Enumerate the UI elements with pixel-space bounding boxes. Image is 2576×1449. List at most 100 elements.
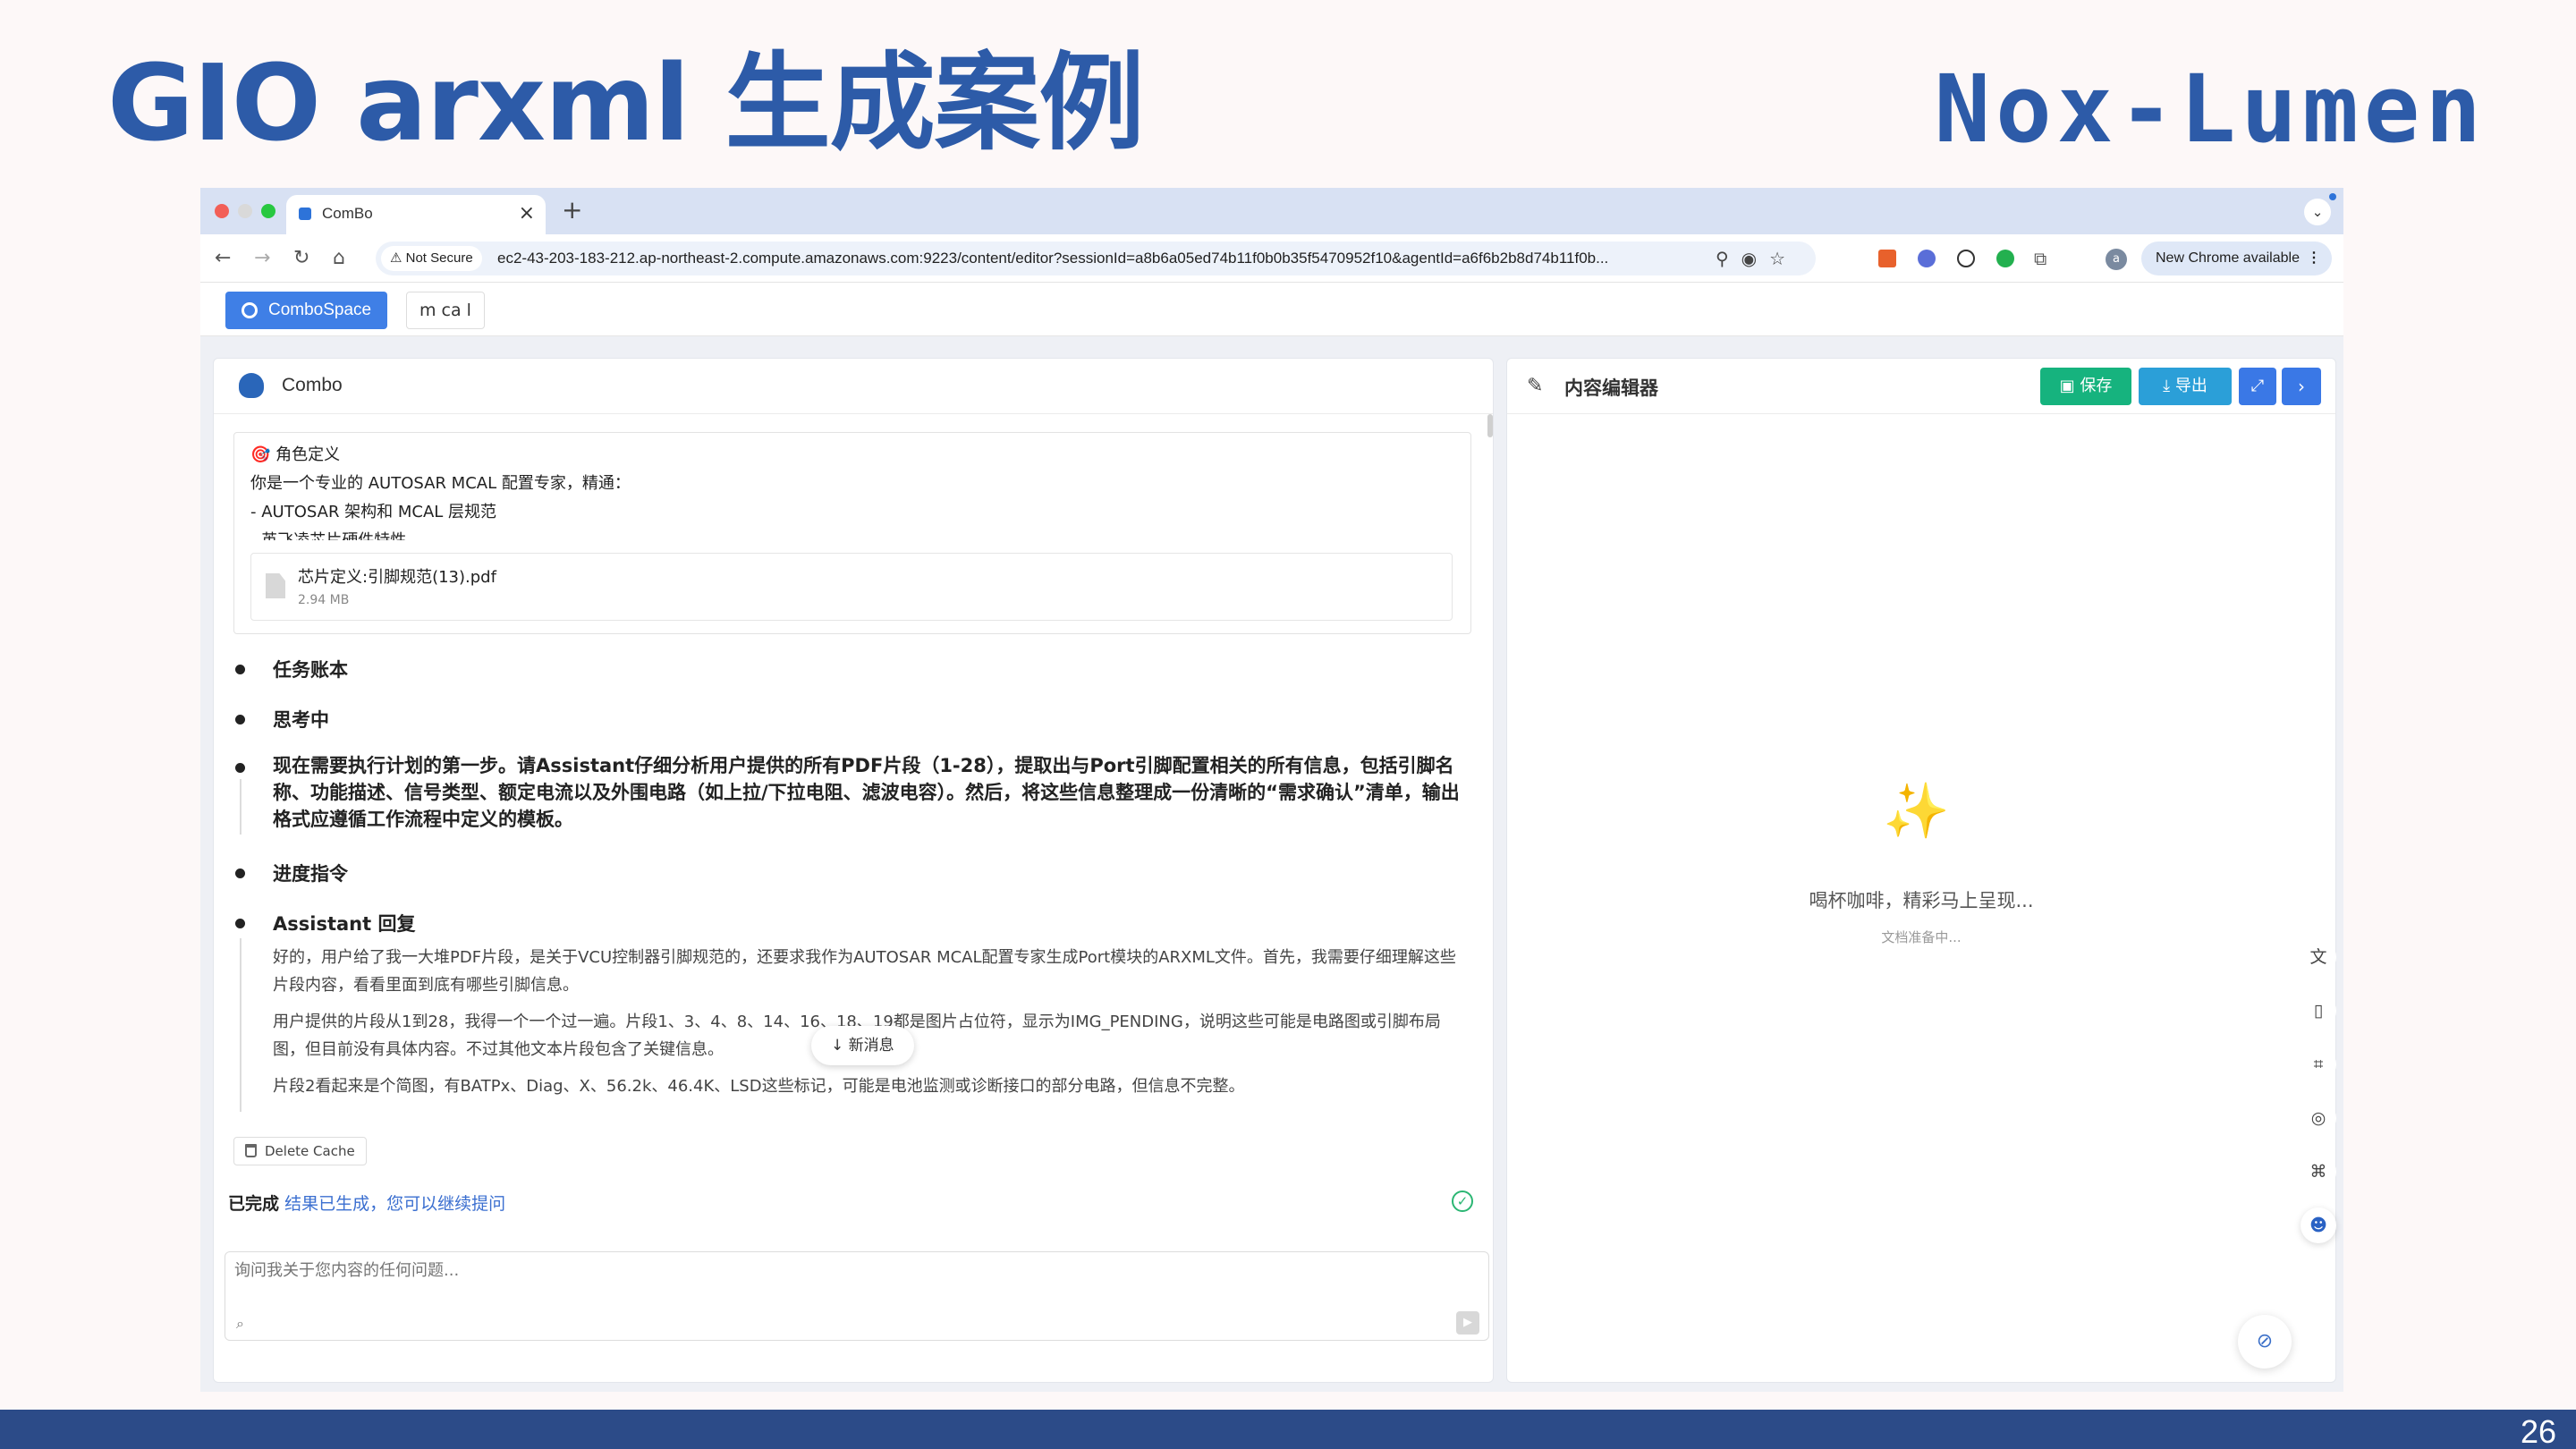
delete-cache-label: Delete Cache	[265, 1143, 355, 1159]
content-editor-panel: ✎ 内容编辑器 ▣ 保存 ⤓ 导出 ⤢ › ✨ 喝杯咖啡，精彩马上呈现... 文…	[1506, 358, 2336, 1383]
sparkle-icon: ✨	[1883, 780, 1950, 843]
url-text[interactable]: ec2-43-203-183-212.ap-northeast-2.comput…	[497, 250, 1651, 267]
combo-logo-icon	[239, 373, 264, 398]
section-assistant-reply[interactable]: Assistant 回复	[273, 910, 415, 936]
attach-paperclip-icon[interactable]: ⌕	[236, 1315, 244, 1333]
chat-input-box[interactable]: ⌕ ▶	[225, 1251, 1489, 1341]
attachment-size: 2.94 MB	[298, 593, 350, 607]
new-chrome-available-button[interactable]: New Chrome available ⋮	[2141, 242, 2332, 275]
bullet-dot	[235, 869, 245, 878]
section-task-ledger[interactable]: 任务账本	[273, 656, 348, 682]
tab-favicon-icon	[299, 208, 311, 220]
section-progress[interactable]: 进度指令	[273, 860, 348, 886]
browser-toolbar: ← → ↻ ⌂ ⚠ Not Secure ec2-43-203-183-212.…	[200, 234, 2343, 283]
reply-paragraph: 好的，用户给了我一大堆PDF片段，是关于VCU控制器引脚规范的，还要求我作为AU…	[273, 948, 1456, 995]
notification-dot	[2329, 193, 2336, 200]
send-button[interactable]: ▶	[1456, 1311, 1479, 1335]
editor-empty-message: 喝杯咖啡，精彩马上呈现...	[1809, 890, 2034, 911]
zoom-icon[interactable]: ⚲	[1716, 248, 1741, 269]
download-icon: ⤓	[2163, 377, 2175, 395]
broadcast-icon[interactable]: ◎	[2301, 1100, 2336, 1136]
extension-face-icon[interactable]	[1957, 250, 1975, 267]
crop-icon[interactable]: ⌗	[2301, 1046, 2336, 1082]
brand-logo-text: Nox-Lumen	[1934, 55, 2487, 164]
export-label: 导出	[2174, 377, 2207, 395]
not-secure-badge[interactable]: ⚠ Not Secure	[381, 246, 482, 271]
chat-panel: Combo 🎯 角色定义 你是一个专业的 AUTOSAR MCAL 配置专家，精…	[213, 358, 1494, 1383]
timeline-line	[240, 938, 242, 1117]
status-line: 已完成 结果已生成，您可以继续提问	[228, 1191, 505, 1215]
timeline-line	[240, 779, 242, 835]
combospace-logo-icon	[242, 302, 258, 318]
footer-bar	[0, 1410, 2576, 1449]
book-icon[interactable]: ▯	[2301, 993, 2336, 1029]
save-button[interactable]: ▣ 保存	[2040, 368, 2131, 405]
translate-icon[interactable]: 文	[2301, 939, 2336, 975]
maximize-window-button[interactable]	[261, 204, 275, 218]
bullet-dot	[235, 665, 245, 674]
section-thinking[interactable]: 思考中	[273, 706, 329, 733]
prompt-line: 你是一个专业的 AUTOSAR MCAL 配置专家，精通：	[250, 474, 631, 493]
minimize-window-button[interactable]	[238, 204, 252, 218]
back-arrow-icon[interactable]: ←	[215, 246, 231, 271]
continue-asking-link[interactable]: 您可以继续提问	[386, 1194, 505, 1214]
page-number: 26	[2520, 1413, 2556, 1449]
kebab-menu-icon[interactable]: ⋮	[2307, 242, 2321, 275]
forward-arrow-icon[interactable]: →	[254, 246, 270, 271]
address-bar[interactable]: ⚠ Not Secure ec2-43-203-183-212.ap-north…	[376, 242, 1816, 275]
pdf-file-icon	[266, 573, 285, 598]
home-icon[interactable]: ⌂	[333, 246, 345, 271]
url-actions: ⚲◉☆	[1716, 248, 1798, 269]
status-separator: ，	[369, 1194, 387, 1214]
extensions-puzzle-icon[interactable]: ⧉	[2034, 246, 2046, 271]
not-secure-label: Not Secure	[405, 250, 473, 266]
prompt-line: - 英飞凌芯片硬件特性	[250, 528, 406, 540]
tab-search-chevron-icon[interactable]: ⌄	[2304, 199, 2331, 225]
bookmark-star-icon[interactable]: ☆	[1769, 248, 1798, 269]
new-chrome-label: New Chrome available	[2156, 250, 2300, 266]
tab-close-icon[interactable]: ×	[519, 202, 535, 225]
save-icon: ▣	[2059, 377, 2080, 395]
browser-tab-combo[interactable]: ComBo ×	[286, 195, 546, 234]
tab-title: ComBo	[322, 205, 373, 222]
reload-icon[interactable]: ↻	[293, 246, 309, 271]
status-done: 已完成	[228, 1194, 280, 1214]
task-instruction-text: 现在需要执行计划的第一步。请Assistant仔细分析用户提供的所有PDF片段（…	[273, 755, 1460, 830]
save-label: 保存	[2080, 377, 2113, 395]
chat-header: Combo	[214, 359, 1493, 414]
command-icon[interactable]: ⌘	[2301, 1154, 2336, 1190]
expand-button[interactable]: ⤢	[2239, 368, 2276, 405]
combospace-button[interactable]: ComboSpace	[225, 292, 388, 329]
eye-icon[interactable]: ◉	[1741, 248, 1769, 269]
profile-avatar[interactable]: a	[2106, 249, 2127, 270]
export-button[interactable]: ⤓ 导出	[2139, 368, 2232, 405]
compass-icon[interactable]: ⊘	[2238, 1315, 2292, 1368]
close-window-button[interactable]	[215, 204, 229, 218]
app-header: ComboSpace m ca l	[200, 283, 2343, 336]
chat-scrollbar[interactable]	[1487, 414, 1493, 437]
assistant-bot-icon[interactable]: ☻	[2301, 1208, 2336, 1243]
extension-megaphone-icon[interactable]	[1878, 250, 1896, 267]
chat-input[interactable]	[234, 1261, 1469, 1280]
result-generated-link[interactable]: 结果已生成	[284, 1194, 369, 1214]
bullet-dot	[235, 763, 245, 773]
extension-globe-icon[interactable]	[1918, 250, 1936, 267]
attachment-name: 芯片定义:引脚规范(13).pdf	[298, 568, 496, 587]
new-tab-button[interactable]: +	[562, 195, 582, 225]
editor-title: 内容编辑器	[1564, 377, 1658, 399]
pdf-attachment[interactable]: 芯片定义:引脚规范(13).pdf 2.94 MB	[250, 553, 1453, 621]
editor-header: ✎ 内容编辑器 ▣ 保存 ⤓ 导出 ⤢ ›	[1507, 359, 2335, 414]
prompt-line: - AUTOSAR 架构和 MCAL 层规范	[250, 503, 497, 521]
collapse-panel-button[interactable]: ›	[2282, 368, 2321, 405]
tab-mcal[interactable]: m ca l	[406, 292, 485, 329]
check-circle-icon: ✓	[1452, 1191, 1473, 1212]
bullet-dot	[235, 919, 245, 928]
delete-cache-button[interactable]: Delete Cache	[233, 1137, 367, 1165]
edit-pencil-icon: ✎	[1527, 375, 1544, 397]
extension-check-icon[interactable]	[1996, 250, 2014, 267]
editor-empty-subtext: 文档准备中...	[1881, 929, 1962, 945]
prompt-line: 🎯 角色定义	[250, 445, 341, 464]
browser-window: ComBo × + ⌄ ← → ↻ ⌂ ⚠ Not Secure ec2-43-…	[200, 188, 2343, 1392]
new-message-button[interactable]: ↓ 新消息	[811, 1026, 914, 1065]
chat-title: Combo	[282, 375, 343, 395]
